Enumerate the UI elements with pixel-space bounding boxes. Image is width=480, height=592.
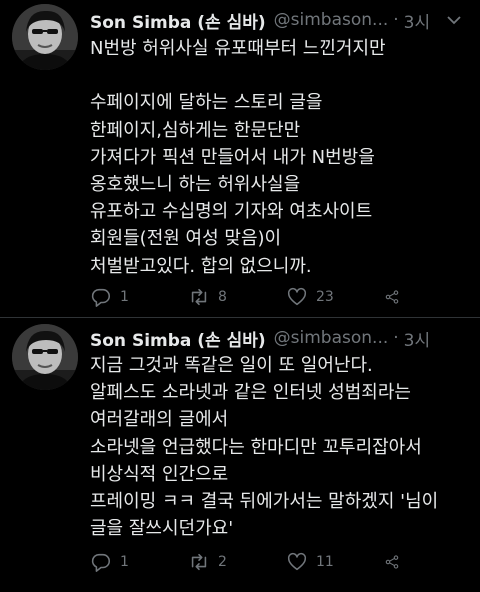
timestamp[interactable]: 3시 [404, 8, 430, 33]
reply-count: 1 [120, 289, 129, 305]
retweet-count: 8 [218, 289, 227, 305]
retweet-icon [191, 553, 207, 571]
author-name[interactable]: Son Simba (손 심바) [90, 8, 266, 33]
like-button[interactable]: 11 [286, 551, 384, 573]
tweet-header: Son Simba (손 심바) @simbason... · 3시 [90, 7, 470, 33]
retweet-icon [191, 288, 207, 306]
tweet-actions: 1 8 23 [90, 285, 470, 309]
avatar-image [12, 4, 78, 70]
heart-icon [287, 287, 307, 306]
author-name[interactable]: Son Simba (손 심바) [90, 326, 266, 351]
chevron-down-icon[interactable] [442, 7, 466, 33]
share-button[interactable] [384, 286, 408, 308]
timestamp[interactable]: 3시 [404, 326, 430, 351]
reply-icon [91, 288, 111, 307]
tweet[interactable]: Son Simba (손 심바) @simbason... · 3시 지금 그것… [0, 318, 480, 592]
like-button[interactable]: 23 [286, 286, 384, 308]
reply-count: 1 [120, 554, 129, 570]
author-handle[interactable]: @simbason... [274, 328, 389, 348]
reply-button[interactable]: 1 [90, 286, 188, 308]
retweet-button[interactable]: 8 [188, 286, 286, 308]
separator-dot: · [393, 10, 399, 30]
tweet-text: N번방 허위사실 유포때부터 느낀거지만 수페이지에 달하는 스토리 글을 한페… [90, 38, 386, 277]
author-handle[interactable]: @simbason... [274, 10, 389, 30]
heart-icon [287, 552, 307, 571]
share-icon [385, 290, 399, 304]
avatar[interactable] [12, 4, 78, 70]
retweet-button[interactable]: 2 [188, 551, 286, 573]
reply-button[interactable]: 1 [90, 551, 188, 573]
tweet-header: Son Simba (손 심바) @simbason... · 3시 [90, 325, 470, 351]
separator-dot: · [393, 328, 399, 348]
like-count: 11 [316, 554, 334, 570]
like-count: 23 [316, 289, 334, 305]
share-button[interactable] [384, 551, 408, 573]
reply-icon [91, 553, 111, 572]
tweet-text: 지금 그것과 똑같은 일이 또 일어난다. 알페스도 소라넷과 같은 인터넷 성… [90, 355, 439, 540]
avatar[interactable] [12, 324, 78, 390]
retweet-count: 2 [218, 554, 227, 570]
tweet[interactable]: Son Simba (손 심바) @simbason... · 3시 N번방 허… [0, 0, 480, 318]
tweet-actions: 1 2 11 [90, 550, 470, 574]
avatar-image [12, 324, 78, 390]
share-icon [385, 555, 399, 569]
